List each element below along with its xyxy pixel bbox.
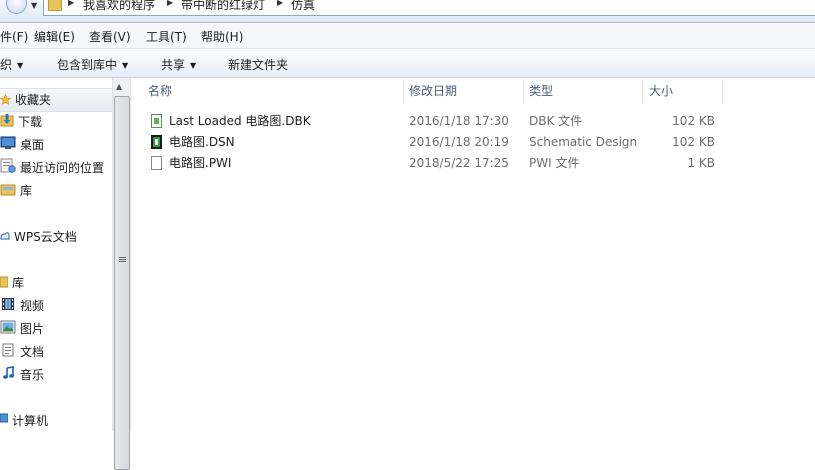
chevron-right-icon[interactable]: ▶ xyxy=(167,0,173,7)
nav-downloads-label: 下载 xyxy=(18,115,43,129)
menu-tools[interactable]: 工具(T) xyxy=(146,28,187,45)
address-bar[interactable]: ▶ 我喜欢的程序 ▶ 带中断的红绿灯 ▶ 仿真 xyxy=(43,0,815,16)
column-header-type[interactable]: 类型 xyxy=(529,78,553,104)
nav-wps-cloud-label: WPS云文档 xyxy=(14,230,77,244)
library-icon xyxy=(0,273,9,295)
nav-pictures[interactable]: 图片 xyxy=(0,318,44,340)
blank-file-icon xyxy=(151,156,162,170)
include-in-library-button[interactable]: 包含到库中 ▼ xyxy=(57,56,128,73)
file-type: Schematic Design xyxy=(529,135,638,149)
nav-desktop-label: 桌面 xyxy=(20,138,45,152)
organize-label: 织 xyxy=(0,58,13,72)
history-dropdown-icon[interactable]: ▼ xyxy=(31,1,37,10)
download-folder-icon xyxy=(0,112,14,134)
breadcrumb-2[interactable]: 仿真 xyxy=(291,0,315,13)
column-separator[interactable] xyxy=(523,80,524,104)
nav-computer-label: 计算机 xyxy=(12,414,49,428)
nav-library-favorite[interactable]: 库 xyxy=(0,180,32,202)
folder-icon xyxy=(48,0,62,11)
file-date: 2018/5/22 17:25 xyxy=(409,156,509,170)
chevron-right-icon[interactable]: ▶ xyxy=(68,0,74,7)
grip-icon xyxy=(119,257,126,258)
file-name: 电路图.DSN xyxy=(169,135,235,149)
column-header-size[interactable]: 大小 xyxy=(649,78,673,104)
chevron-down-icon: ▼ xyxy=(17,61,24,70)
desktop-icon xyxy=(0,135,16,157)
menu-edit[interactable]: 编辑(E) xyxy=(34,28,75,45)
nav-computer[interactable]: 计算机 xyxy=(0,410,48,432)
file-date: 2016/1/18 20:19 xyxy=(409,135,509,149)
file-name: 电路图.PWI xyxy=(169,156,232,170)
nav-videos[interactable]: 视频 xyxy=(0,295,44,317)
menu-bar: 件(F) 编辑(E) 查看(V) 工具(T) 帮助(H) xyxy=(0,23,815,49)
nav-desktop[interactable]: 桌面 xyxy=(0,134,44,156)
column-header-date[interactable]: 修改日期 xyxy=(409,78,457,104)
nav-libraries-label: 库 xyxy=(12,276,25,290)
chevron-down-icon: ▼ xyxy=(122,61,129,70)
file-size: 1 KB xyxy=(687,156,715,170)
star-icon xyxy=(0,90,12,112)
file-type: PWI 文件 xyxy=(529,156,580,170)
document-icon xyxy=(0,342,16,364)
file-row[interactable]: 电路图.DSN 2016/1/18 20:19 Schematic Design… xyxy=(131,132,815,153)
computer-icon xyxy=(0,411,9,433)
cloud-icon xyxy=(0,227,10,249)
column-separator[interactable] xyxy=(722,80,723,104)
navigation-pane: 收藏夹 下载 桌面 最近访问的位置 库 WPS云文档 库 视频 图片 文档 音乐… xyxy=(0,78,112,431)
nav-wps-cloud[interactable]: WPS云文档 xyxy=(0,226,77,248)
include-in-library-label: 包含到库中 xyxy=(57,58,118,72)
library-icon xyxy=(0,181,16,203)
nav-scrollbar[interactable]: ▲ xyxy=(112,78,130,470)
organize-button[interactable]: 织 ▼ xyxy=(0,56,23,73)
video-icon xyxy=(0,296,16,318)
file-name: Last Loaded 电路图.DBK xyxy=(169,114,311,128)
new-folder-button[interactable]: 新建文件夹 xyxy=(228,56,288,73)
file-date: 2016/1/18 17:30 xyxy=(409,114,509,128)
column-separator[interactable] xyxy=(642,80,643,104)
nav-music-label: 音乐 xyxy=(20,368,45,382)
column-header-name[interactable]: 名称 xyxy=(148,78,172,104)
picture-icon xyxy=(0,319,16,341)
file-row[interactable]: 电路图.PWI 2018/5/22 17:25 PWI 文件 1 KB xyxy=(131,153,815,174)
nav-library-favorite-label: 库 xyxy=(20,184,33,198)
dsn-file-icon xyxy=(151,135,162,149)
recent-places-icon xyxy=(0,158,16,180)
back-button[interactable] xyxy=(6,0,27,14)
chevron-right-icon[interactable]: ▶ xyxy=(277,0,283,7)
file-list: 名称 修改日期 类型 大小 Last Loaded 电路图.DBK 2016/1… xyxy=(131,78,815,431)
menu-file[interactable]: 件(F) xyxy=(0,28,28,45)
menu-help[interactable]: 帮助(H) xyxy=(201,28,243,45)
column-separator[interactable] xyxy=(403,80,404,104)
nav-music[interactable]: 音乐 xyxy=(0,364,44,386)
file-size: 102 KB xyxy=(672,114,715,128)
file-row[interactable]: Last Loaded 电路图.DBK 2016/1/18 17:30 DBK … xyxy=(131,111,815,132)
music-icon xyxy=(0,365,16,387)
nav-documents-label: 文档 xyxy=(20,345,45,359)
nav-recent-places-label: 最近访问的位置 xyxy=(20,161,105,175)
nav-favorites-label: 收藏夹 xyxy=(15,93,52,107)
address-bar-region: ▼ ▶ 我喜欢的程序 ▶ 带中断的红绿灯 ▶ 仿真 xyxy=(0,0,815,23)
file-type: DBK 文件 xyxy=(529,114,583,128)
nav-favorites[interactable]: 收藏夹 xyxy=(0,88,112,112)
nav-libraries[interactable]: 库 xyxy=(0,272,24,294)
nav-videos-label: 视频 xyxy=(20,299,45,313)
nav-recent-places[interactable]: 最近访问的位置 xyxy=(0,157,104,179)
breadcrumb-1[interactable]: 带中断的红绿灯 xyxy=(181,0,265,13)
chevron-down-icon: ▼ xyxy=(190,61,197,70)
scroll-up-arrow-icon[interactable]: ▲ xyxy=(116,82,122,91)
nav-downloads[interactable]: 下载 xyxy=(0,111,42,133)
share-button[interactable]: 共享 ▼ xyxy=(161,56,196,73)
nav-documents[interactable]: 文档 xyxy=(0,341,44,363)
share-label: 共享 xyxy=(161,58,186,72)
nav-pictures-label: 图片 xyxy=(20,322,45,336)
menu-view[interactable]: 查看(V) xyxy=(89,28,131,45)
breadcrumb-0[interactable]: 我喜欢的程序 xyxy=(83,0,155,13)
file-size: 102 KB xyxy=(672,135,715,149)
scroll-thumb[interactable] xyxy=(114,96,130,470)
command-bar: 织 ▼ 包含到库中 ▼ 共享 ▼ 新建文件夹 xyxy=(0,49,815,78)
dbk-file-icon xyxy=(151,114,162,128)
